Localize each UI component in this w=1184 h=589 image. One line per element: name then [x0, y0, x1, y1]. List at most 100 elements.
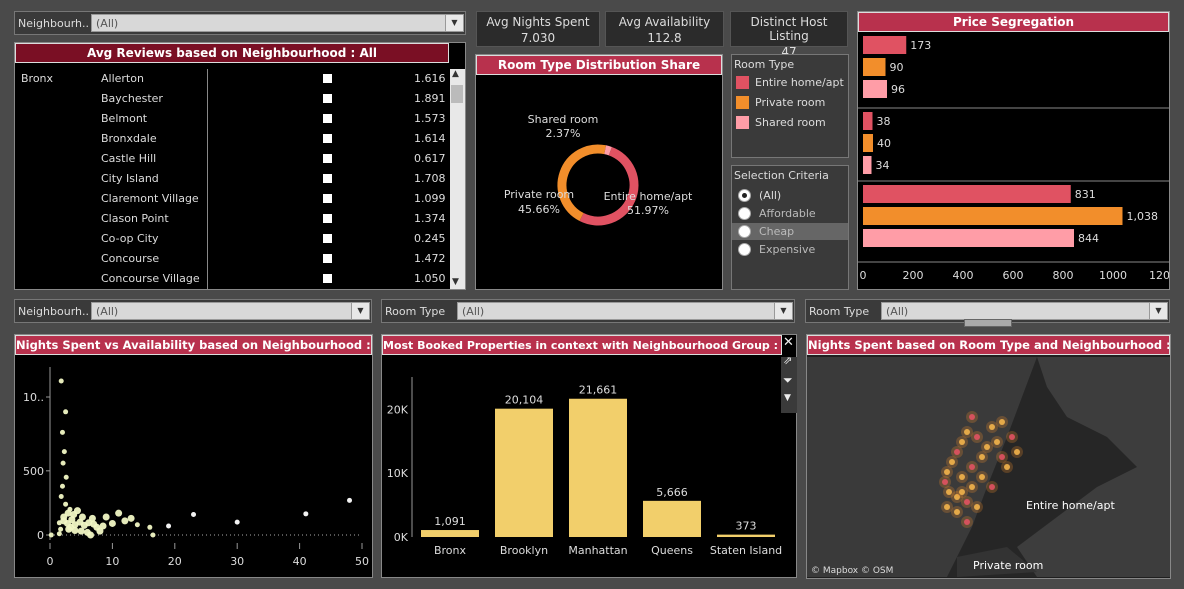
chevron-down-icon[interactable]: ▼	[774, 303, 792, 319]
scatter-point	[93, 523, 101, 531]
selection-criteria: Selection Criteria (All) Affordable Chea…	[731, 165, 849, 290]
scatter-title: Nights Spent vs Availability based on Ne…	[15, 335, 372, 355]
room-share-title: Room Type Distribution Share	[476, 55, 722, 75]
scatter-point	[73, 507, 81, 515]
x-tick-label: 20	[168, 555, 182, 568]
radio-option-expensive[interactable]: Expensive	[732, 241, 848, 258]
y-tick-label: 0K	[394, 531, 409, 544]
legend-item-entire[interactable]: Entire home/apt	[736, 75, 848, 91]
table-row[interactable]: Belmont 1.573	[15, 109, 463, 129]
room-share-donut: Shared room 2.37% Private room 45.66% En…	[504, 113, 693, 226]
map-point	[954, 449, 960, 455]
filter-icon[interactable]: ⏷	[783, 373, 793, 388]
table-row[interactable]: Bronxdale 1.614	[15, 129, 463, 149]
x-tick-label: 400	[953, 269, 974, 282]
table-row[interactable]: Castle Hill 0.617	[15, 149, 463, 169]
row-marker	[323, 274, 332, 283]
x-tick-label: 1000	[1099, 269, 1127, 282]
avg-review-value: 0.617	[414, 152, 446, 165]
map-point	[944, 469, 950, 475]
radio-option-all[interactable]: (All)	[732, 187, 848, 204]
x-tick-label: 10	[105, 555, 119, 568]
room-type-dropdown-right[interactable]: (All) ▼	[881, 302, 1168, 320]
chevron-down-icon[interactable]: ▼	[1149, 303, 1167, 319]
dropdown-value: (All)	[886, 305, 909, 318]
vertical-scrollbar[interactable]: ▲ ▼	[450, 69, 465, 289]
price-bar-label: 34	[876, 159, 890, 172]
chevron-down-icon[interactable]: ▼	[351, 303, 369, 319]
table-row[interactable]: Baychester 1.891	[15, 89, 463, 109]
x-tick-label: 800	[1053, 269, 1074, 282]
scrollbar-thumb[interactable]	[451, 85, 463, 103]
scatter-point	[63, 409, 69, 415]
radio-label: (All)	[759, 189, 782, 202]
neighbourhood-name: Concourse	[101, 252, 160, 265]
radio-icon[interactable]	[738, 225, 751, 238]
radio-selected-icon[interactable]	[738, 189, 751, 202]
scatter-point	[108, 519, 116, 527]
map-point	[999, 454, 1005, 460]
y-tick-label: 500	[23, 465, 44, 478]
booked-bar	[569, 398, 627, 537]
legend-item-private[interactable]: Private room	[736, 95, 848, 111]
room-type-dropdown-mid[interactable]: (All) ▼	[457, 302, 793, 320]
donut-pct-shared: 2.37%	[546, 127, 581, 140]
map-canvas[interactable]: Entire home/apt Private room © Mapbox © …	[807, 357, 1170, 577]
y-tick-label: 10K	[387, 467, 409, 480]
row-marker	[323, 154, 332, 163]
table-row[interactable]: Co-op City 0.245	[15, 229, 463, 249]
price-bar-label: 844	[1078, 232, 1099, 245]
neighbourhood-name: Baychester	[101, 92, 163, 105]
chevron-down-icon[interactable]: ▼	[445, 15, 463, 31]
neighbourhood-dropdown-top[interactable]: (All) ▼	[91, 14, 464, 32]
map-point	[984, 444, 990, 450]
scatter-point	[115, 509, 123, 517]
room-type-legend: Room Type Entire home/apt Private room S…	[731, 54, 849, 158]
table-row[interactable]: City Island 1.708	[15, 169, 463, 189]
scatter-point	[88, 514, 96, 522]
more-options-icon[interactable]: ▼	[784, 393, 791, 403]
avg-review-value: 1.616	[414, 72, 446, 85]
price-bar-label: 831	[1075, 188, 1096, 201]
legend-item-shared[interactable]: Shared room	[736, 115, 848, 131]
price-bar	[863, 207, 1123, 225]
radio-option-affordable[interactable]: Affordable	[732, 205, 848, 222]
map-label-private: Private room	[973, 559, 1043, 572]
scatter-point	[58, 494, 64, 499]
scroll-up-icon[interactable]: ▲	[452, 69, 459, 79]
dropdown-value: (All)	[462, 305, 485, 318]
scatter-point	[59, 483, 65, 489]
scatter-point	[59, 429, 65, 435]
filter-label: Neighbourh..	[18, 305, 89, 318]
radio-option-cheap[interactable]: Cheap	[732, 223, 848, 240]
map-panel: Nights Spent based on Room Type and Neig…	[806, 319, 1171, 579]
avg-review-value: 0.245	[414, 232, 446, 245]
map-point	[969, 414, 975, 420]
close-icon[interactable]: ✕	[783, 335, 794, 350]
radio-icon[interactable]	[738, 207, 751, 220]
price-bar	[863, 156, 872, 174]
table-row[interactable]: Clason Point 1.374	[15, 209, 463, 229]
price-bar-label: 90	[890, 61, 904, 74]
scatter-point	[56, 531, 62, 537]
legend-label: Private room	[755, 96, 826, 109]
table-row[interactable]: Concourse Village 1.050	[15, 269, 463, 289]
table-row[interactable]: Claremont Village 1.099	[15, 189, 463, 209]
table-row[interactable]: Concourse 1.472	[15, 249, 463, 269]
donut-slice-shared-room	[604, 145, 612, 156]
scatter-point	[61, 449, 67, 455]
radio-icon[interactable]	[738, 243, 751, 256]
neighbourhood-filter-top: Neighbourh.. (All) ▼	[14, 11, 466, 35]
external-link-icon[interactable]: ⇗	[783, 354, 792, 367]
neighbourhood-dropdown-mid[interactable]: (All) ▼	[91, 302, 370, 320]
avg-review-value: 1.891	[414, 92, 446, 105]
table-row[interactable]: Allerton 1.616	[15, 69, 463, 89]
scroll-down-icon[interactable]: ▼	[452, 277, 459, 287]
dropdown-value: (All)	[96, 305, 119, 318]
scatter-point	[58, 378, 64, 384]
radio-label: Affordable	[759, 207, 816, 220]
booked-bar-label: 21,661	[579, 384, 618, 397]
drag-handle[interactable]	[964, 319, 1012, 327]
row-marker	[323, 174, 332, 183]
map-point	[979, 474, 985, 480]
